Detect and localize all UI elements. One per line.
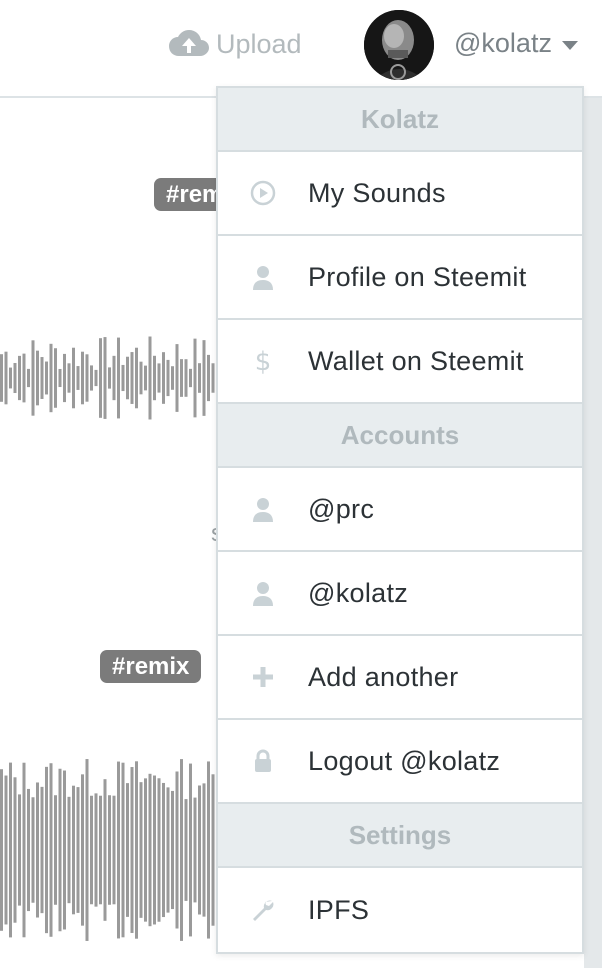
waveform[interactable] bbox=[0, 758, 216, 942]
menu-item-my-sounds[interactable]: My Sounds bbox=[218, 152, 582, 236]
section-header-kolatz: Kolatz bbox=[218, 88, 582, 152]
plus-icon bbox=[218, 664, 308, 690]
scrollbar-track[interactable] bbox=[584, 98, 602, 968]
menu-item-label: Add another bbox=[308, 661, 459, 692]
user-icon bbox=[218, 580, 308, 606]
top-header: Upload @kolatz bbox=[0, 0, 602, 98]
menu-item-label: Profile on Steemit bbox=[308, 261, 527, 292]
user-menu-toggle[interactable]: @kolatz bbox=[454, 28, 578, 59]
section-header-accounts: Accounts bbox=[218, 404, 582, 468]
menu-item-account-kolatz[interactable]: @kolatz bbox=[218, 552, 582, 636]
menu-item-wallet-steemit[interactable]: $ Wallet on Steemit bbox=[218, 320, 582, 404]
lock-icon bbox=[218, 748, 308, 774]
upload-label: Upload bbox=[216, 28, 302, 59]
menu-item-label: IPFS bbox=[308, 894, 370, 925]
svg-text:$: $ bbox=[255, 348, 272, 374]
menu-item-add-another[interactable]: Add another bbox=[218, 636, 582, 720]
play-circle-icon bbox=[218, 180, 308, 206]
menu-item-label: @kolatz bbox=[308, 577, 409, 608]
menu-item-account-prc[interactable]: @prc bbox=[218, 468, 582, 552]
user-icon bbox=[218, 496, 308, 522]
username-label: @kolatz bbox=[454, 28, 552, 58]
menu-item-label: My Sounds bbox=[308, 177, 446, 208]
menu-item-ipfs[interactable]: IPFS bbox=[218, 868, 582, 952]
menu-item-logout[interactable]: Logout @kolatz bbox=[218, 720, 582, 804]
avatar[interactable] bbox=[364, 10, 434, 80]
section-header-settings: Settings bbox=[218, 804, 582, 868]
avatar-image bbox=[364, 10, 434, 80]
waveform[interactable] bbox=[0, 336, 216, 420]
wrench-icon bbox=[218, 897, 308, 923]
upload-button[interactable]: Upload bbox=[168, 28, 302, 60]
user-icon bbox=[218, 264, 308, 290]
caret-down-icon bbox=[561, 41, 578, 50]
user-dropdown-menu: Kolatz My Sounds Profile on Steemit $ Wa… bbox=[216, 86, 584, 954]
menu-item-profile-steemit[interactable]: Profile on Steemit bbox=[218, 236, 582, 320]
menu-item-label: Logout @kolatz bbox=[308, 745, 501, 776]
cloud-upload-icon bbox=[169, 30, 209, 56]
dollar-icon: $ bbox=[218, 348, 308, 374]
menu-item-label: Wallet on Steemit bbox=[308, 345, 524, 376]
tag-badge[interactable]: #remix bbox=[100, 650, 202, 683]
menu-item-label: @prc bbox=[308, 493, 375, 524]
